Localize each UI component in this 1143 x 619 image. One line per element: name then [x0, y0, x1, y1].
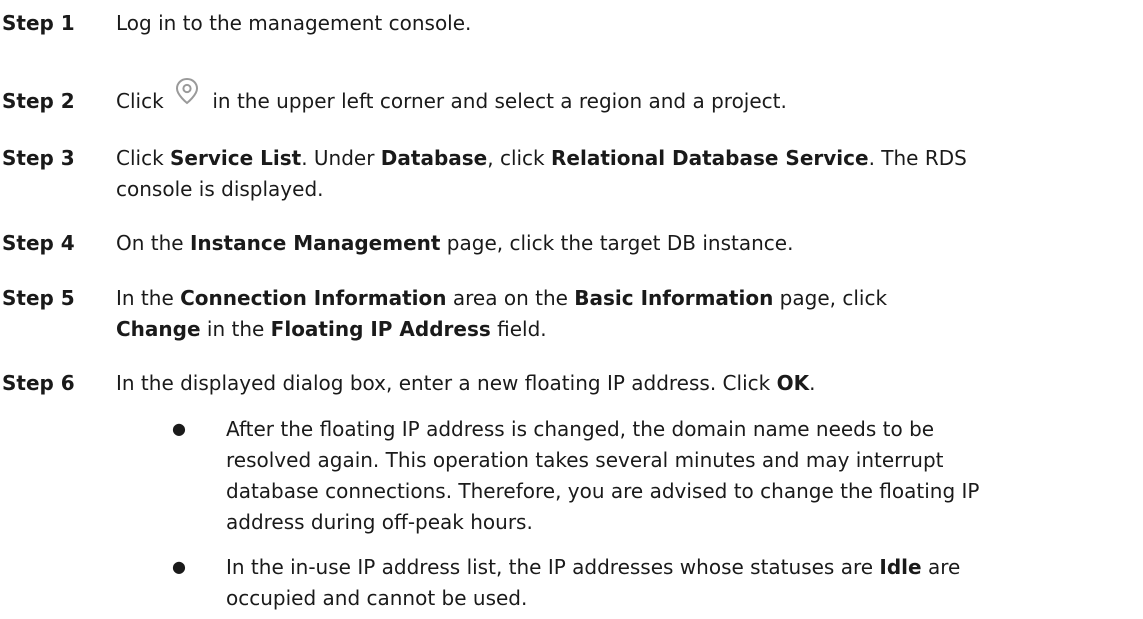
rds-term: Relational Database Service [551, 146, 869, 170]
step-label: Step 6 [2, 371, 75, 395]
document-page: Step 1 Log in to the management console.… [0, 0, 1143, 619]
step-text-line: In the displayed dialog box, enter a new… [116, 368, 815, 398]
bullet-text-line: resolved again. This operation takes sev… [226, 448, 944, 472]
bullet-text-line: occupied and cannot be used. [226, 586, 528, 610]
idle-term: Idle [879, 555, 922, 579]
bullet-icon: ● [172, 419, 186, 438]
step-label: Step 2 [2, 89, 75, 113]
connection-information-term: Connection Information [180, 286, 447, 310]
text-run: . [809, 371, 816, 395]
bullet-text-line: database connections. Therefore, you are… [226, 479, 980, 503]
step-text-line: Change in the Floating IP Address field. [116, 314, 547, 344]
step-label: Step 5 [2, 286, 75, 310]
step-text-part: Click [116, 89, 164, 113]
change-term: Change [116, 317, 201, 341]
text-run: page, click [773, 286, 888, 310]
text-run: In the in-use IP address list, the IP ad… [226, 555, 880, 579]
step-text: Log in to the management console. [116, 11, 472, 35]
step-text-line: On the Instance Management page, click t… [116, 228, 793, 258]
step-label: Step 1 [2, 11, 75, 35]
text-run: . The RDS [868, 146, 967, 170]
bullet-text-line: After the floating IP address is changed… [226, 417, 935, 441]
step-text-line: In the Connection Information area on th… [116, 283, 887, 313]
step-label: Step 3 [2, 146, 75, 170]
step-text: Click in the upper left corner and selec… [116, 77, 787, 116]
location-pin-icon [174, 76, 200, 106]
text-run: On the [116, 231, 190, 255]
database-term: Database [380, 146, 488, 170]
bullet-text-line: In the in-use IP address list, the IP ad… [226, 552, 960, 582]
text-run: In the displayed dialog box, enter a new… [116, 371, 777, 395]
text-run: , click [487, 146, 551, 170]
ok-term: OK [776, 371, 810, 395]
text-run: . Under [301, 146, 381, 170]
text-run: In the [116, 286, 181, 310]
step-label: Step 4 [2, 231, 75, 255]
bullet-text-line: address during off-peak hours. [226, 510, 533, 534]
floating-ip-address-term: Floating IP Address [270, 317, 491, 341]
text-run: in the [200, 317, 271, 341]
text-run: Click [116, 146, 171, 170]
text-run: area on the [446, 286, 575, 310]
bullet-icon: ● [172, 557, 186, 576]
step-text-part: in the upper left corner and select a re… [212, 89, 787, 113]
basic-information-term: Basic Information [574, 286, 774, 310]
step-text-line: console is displayed. [116, 177, 324, 201]
instance-management-term: Instance Management [189, 231, 441, 255]
service-list-term: Service List [170, 146, 302, 170]
text-run: page, click the target DB instance. [440, 231, 794, 255]
text-run: field. [490, 317, 547, 341]
text-run: are [921, 555, 961, 579]
step-text-line: Click Service List. Under Database, clic… [116, 143, 967, 173]
